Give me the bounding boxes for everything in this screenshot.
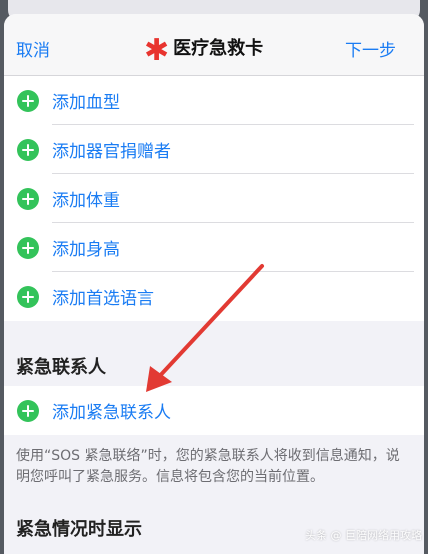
medical-id-sheet: 取消 ✱ 医疗急救卡 下一步 添加血型 添加器官捐赠者 添加体重 添加身高 添加…	[4, 14, 424, 554]
navigation-bar: 取消 ✱ 医疗急救卡 下一步	[4, 14, 424, 76]
row-label: 添加体重	[52, 191, 120, 211]
plus-circle-icon	[17, 138, 39, 161]
sos-footnote: 使用“SOS 紧急联络”时，您的紧急联系人将收到信息通知，说明您呼叫了紧急服务。…	[16, 448, 400, 485]
row-label: 添加器官捐赠者	[52, 142, 171, 162]
page-title: ✱ 医疗急救卡	[144, 33, 264, 68]
add-weight-row[interactable]: 添加体重	[4, 174, 424, 223]
plus-circle-icon	[17, 89, 39, 112]
show-when-locked-header: 紧急情况时显示	[16, 519, 142, 540]
page-title-text: 医疗急救卡	[173, 38, 264, 59]
plus-circle-icon	[17, 236, 39, 259]
row-label: 添加身高	[52, 240, 120, 260]
plus-circle-icon	[17, 285, 39, 308]
watermark: 头条 @ 巨陪网络用攻略	[305, 529, 422, 542]
add-organ-donor-row[interactable]: 添加器官捐赠者	[4, 125, 424, 174]
add-emergency-contact-row[interactable]: 添加紧急联系人	[4, 386, 424, 435]
emergency-contacts-header: 紧急联系人	[16, 357, 106, 378]
add-language-row[interactable]: 添加首选语言	[4, 272, 424, 321]
medical-asterisk-icon: ✱	[144, 33, 170, 68]
cancel-button[interactable]: 取消	[16, 36, 50, 61]
next-button[interactable]: 下一步	[345, 36, 396, 61]
plus-circle-icon	[17, 399, 39, 422]
row-label: 添加紧急联系人	[52, 403, 171, 423]
add-height-row[interactable]: 添加身高	[4, 223, 424, 272]
add-items-list: 添加血型 添加器官捐赠者 添加体重 添加身高 添加首选语言	[4, 76, 424, 321]
row-label: 添加血型	[52, 93, 120, 113]
add-blood-type-row[interactable]: 添加血型	[4, 76, 424, 125]
row-label: 添加首选语言	[52, 289, 154, 309]
plus-circle-icon	[17, 187, 39, 210]
